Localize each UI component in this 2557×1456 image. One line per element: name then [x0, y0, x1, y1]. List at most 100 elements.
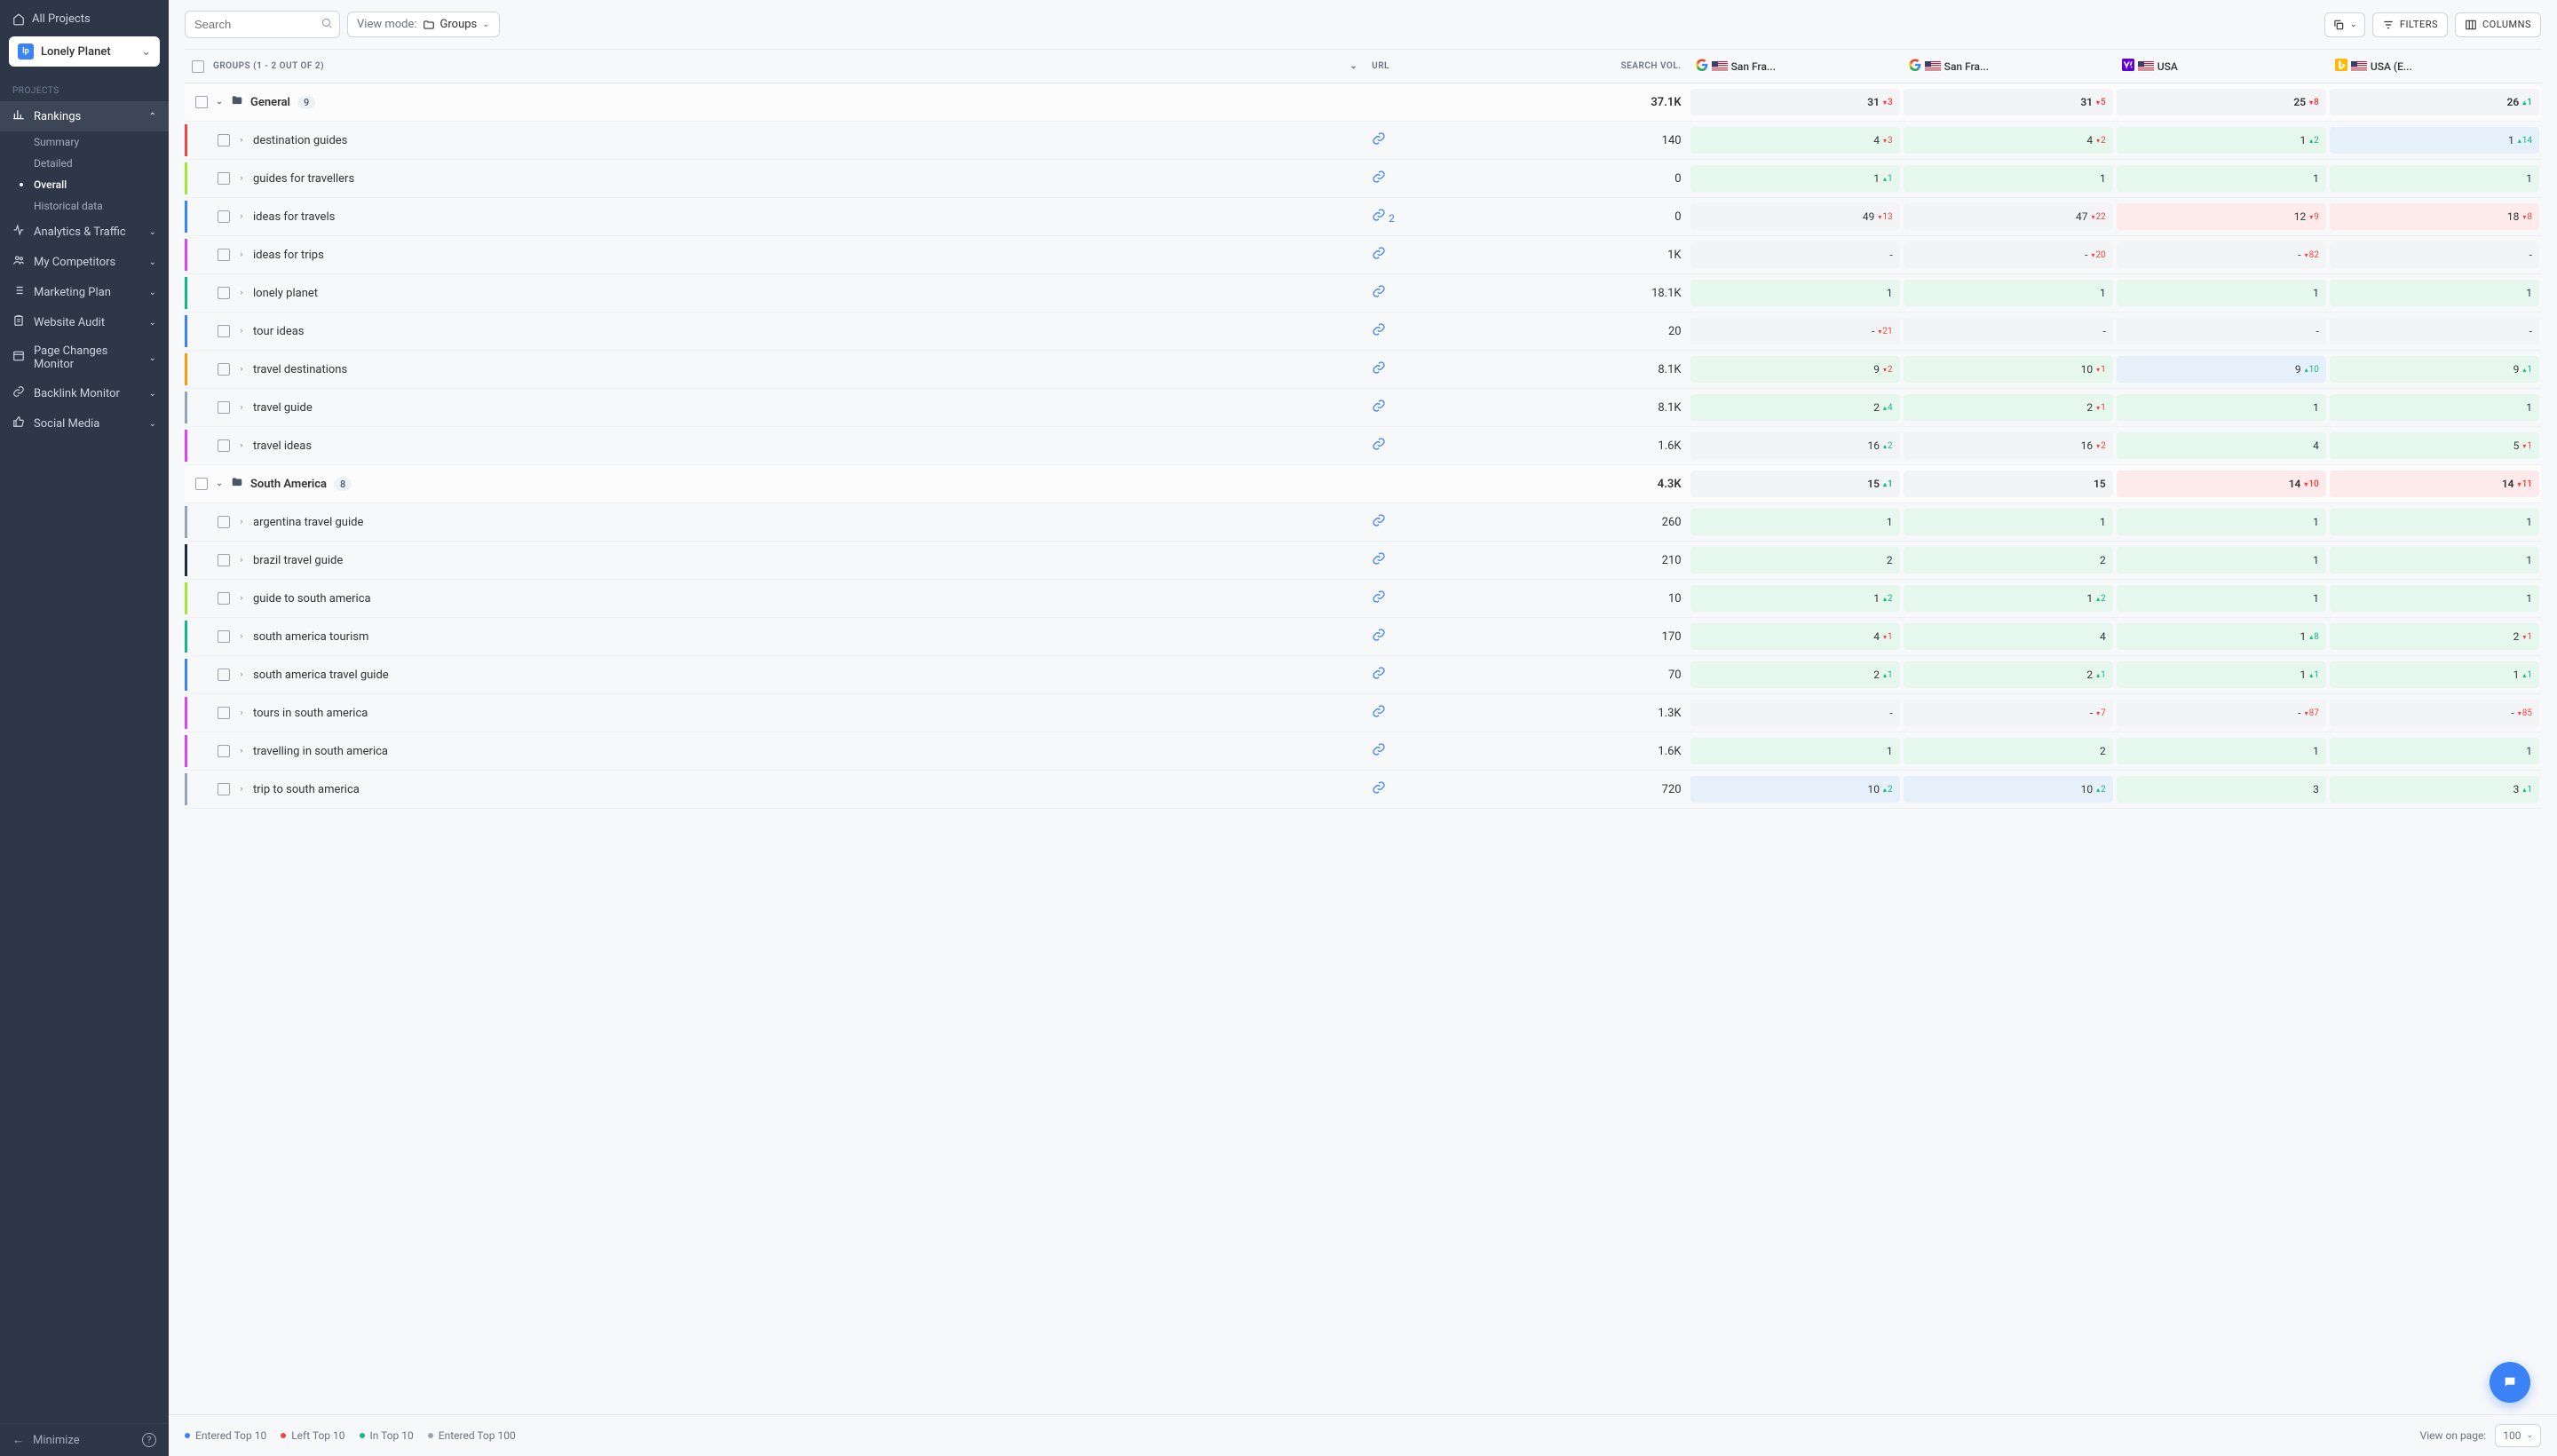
- searchvol-value: 1K: [1479, 236, 1689, 274]
- nav-sub-summary[interactable]: Summary: [0, 131, 169, 153]
- nav-item-my-competitors[interactable]: My Competitors⌄: [0, 247, 169, 277]
- copy-button[interactable]: ⌄: [2324, 12, 2365, 37]
- row-checkbox[interactable]: [218, 401, 230, 414]
- chevron-right-icon[interactable]: ›: [237, 708, 246, 717]
- rank-cell: 15: [1904, 471, 2113, 497]
- row-checkbox[interactable]: [218, 707, 230, 719]
- group-row[interactable]: ⌄ South America 8 4.3K15▴11514▾1014▾11: [185, 465, 2541, 503]
- chevron-right-icon[interactable]: ›: [237, 289, 246, 297]
- row-checkbox[interactable]: [218, 134, 230, 146]
- engine-header-1[interactable]: San Fra...: [1689, 49, 1902, 83]
- chevron-right-icon[interactable]: ›: [237, 212, 246, 221]
- searchvol-value: 20: [1479, 313, 1689, 351]
- url-header[interactable]: URL: [1365, 49, 1479, 83]
- nav-sub-detailed[interactable]: Detailed: [0, 153, 169, 174]
- link-icon[interactable]: [1372, 327, 1386, 340]
- row-checkbox[interactable]: [218, 439, 230, 452]
- chevron-right-icon[interactable]: ›: [237, 747, 246, 756]
- row-checkbox[interactable]: [218, 363, 230, 376]
- chevron-right-icon[interactable]: ›: [237, 518, 246, 526]
- chevron-right-icon[interactable]: ›: [237, 174, 246, 183]
- chevron-right-icon[interactable]: ›: [237, 670, 246, 679]
- link-icon[interactable]: [1372, 174, 1386, 187]
- link-icon[interactable]: [1372, 212, 1386, 226]
- chevron-down-icon[interactable]: ⌄: [1350, 61, 1358, 71]
- row-checkbox[interactable]: [218, 592, 230, 605]
- filters-label: FILTERS: [2400, 19, 2438, 30]
- rank-delta: ▴1: [1883, 479, 1893, 489]
- row-checkbox[interactable]: [218, 249, 230, 261]
- chevron-right-icon[interactable]: ›: [237, 594, 246, 603]
- link-icon[interactable]: [1372, 365, 1386, 378]
- nav-item-page-changes-monitor[interactable]: Page Changes Monitor⌄: [0, 337, 169, 378]
- row-checkbox[interactable]: [218, 669, 230, 681]
- link-icon[interactable]: [1372, 441, 1386, 455]
- searchvol-header[interactable]: SEARCH VOL.: [1479, 49, 1689, 83]
- link-icon[interactable]: [1372, 289, 1386, 302]
- nav-item-backlink-monitor[interactable]: Backlink Monitor⌄: [0, 378, 169, 408]
- nav-sub-overall[interactable]: Overall: [0, 174, 169, 195]
- nav-item-rankings[interactable]: Rankings⌃: [0, 101, 169, 131]
- row-checkbox[interactable]: [218, 745, 230, 757]
- engine-header-4[interactable]: USA (E...: [2328, 49, 2541, 83]
- nav-sub-historical-data[interactable]: Historical data: [0, 195, 169, 217]
- select-all-checkbox[interactable]: [192, 60, 204, 73]
- link-icon[interactable]: [1372, 632, 1386, 645]
- chevron-right-icon[interactable]: ›: [237, 365, 246, 374]
- row-checkbox[interactable]: [218, 516, 230, 528]
- group-checkbox[interactable]: [195, 96, 208, 108]
- link-icon[interactable]: [1372, 594, 1386, 607]
- chat-button[interactable]: [2490, 1362, 2530, 1403]
- chevron-down-icon[interactable]: ⌄: [215, 98, 224, 107]
- rank-cell: -▾82: [2117, 241, 2326, 268]
- link-icon[interactable]: [1372, 518, 1386, 531]
- all-projects-link[interactable]: All Projects: [9, 7, 160, 31]
- row-checkbox[interactable]: [218, 783, 230, 795]
- chevron-right-icon[interactable]: ›: [237, 250, 246, 259]
- page-size-selector[interactable]: 100 ⌄: [2495, 1424, 2541, 1447]
- keyword-text: lonely planet: [253, 287, 318, 300]
- chevron-right-icon[interactable]: ›: [237, 403, 246, 412]
- link-icon[interactable]: [1372, 747, 1386, 760]
- chevron-right-icon[interactable]: ›: [237, 785, 246, 794]
- chevron-right-icon[interactable]: ›: [237, 136, 246, 145]
- engine-header-2[interactable]: San Fra...: [1902, 49, 2115, 83]
- chevron-right-icon[interactable]: ›: [237, 327, 246, 336]
- row-checkbox[interactable]: [218, 325, 230, 337]
- row-checkbox[interactable]: [218, 210, 230, 223]
- filters-button[interactable]: FILTERS: [2372, 12, 2448, 37]
- minimize-button[interactable]: ← Minimize ?: [0, 1423, 169, 1456]
- nav-item-analytics-traffic[interactable]: Analytics & Traffic⌄: [0, 217, 169, 247]
- link-icon[interactable]: [1372, 136, 1386, 149]
- chevron-right-icon[interactable]: ›: [237, 556, 246, 565]
- link-icon[interactable]: [1372, 250, 1386, 264]
- groups-header[interactable]: GROUPS (1 - 2 OUT OF 2) ⌄: [185, 49, 1365, 83]
- project-selector[interactable]: lp Lonely Planet ⌄: [9, 36, 160, 67]
- search-icon: [321, 17, 333, 33]
- keyword-row: › travel guide 8.1K 2▴42▾111: [185, 389, 2541, 427]
- link-icon[interactable]: [1372, 670, 1386, 684]
- nav-item-social-media[interactable]: Social Media⌄: [0, 408, 169, 439]
- link-icon[interactable]: [1372, 556, 1386, 569]
- link-icon[interactable]: [1372, 403, 1386, 416]
- group-searchvol: 4.3K: [1479, 465, 1689, 503]
- row-checkbox[interactable]: [218, 554, 230, 566]
- google-icon: [1696, 59, 1708, 74]
- viewmode-selector[interactable]: View mode: Groups ⌄: [347, 12, 500, 37]
- search-input[interactable]: [185, 11, 340, 38]
- chevron-right-icon[interactable]: ›: [237, 632, 246, 641]
- link-icon[interactable]: [1372, 708, 1386, 722]
- row-checkbox[interactable]: [218, 172, 230, 185]
- chevron-down-icon[interactable]: ⌄: [215, 479, 224, 488]
- row-checkbox[interactable]: [218, 630, 230, 643]
- nav-item-marketing-plan[interactable]: Marketing Plan⌄: [0, 277, 169, 307]
- chevron-right-icon[interactable]: ›: [237, 441, 246, 450]
- engine-header-3[interactable]: USA: [2115, 49, 2328, 83]
- link-icon[interactable]: [1372, 785, 1386, 798]
- group-checkbox[interactable]: [195, 478, 208, 490]
- group-row[interactable]: ⌄ General 9 37.1K31▾331▾525▾826▴1: [185, 83, 2541, 122]
- help-icon[interactable]: ?: [142, 1433, 156, 1447]
- nav-item-website-audit[interactable]: Website Audit⌄: [0, 307, 169, 337]
- row-checkbox[interactable]: [218, 287, 230, 299]
- columns-button[interactable]: COLUMNS: [2455, 12, 2541, 37]
